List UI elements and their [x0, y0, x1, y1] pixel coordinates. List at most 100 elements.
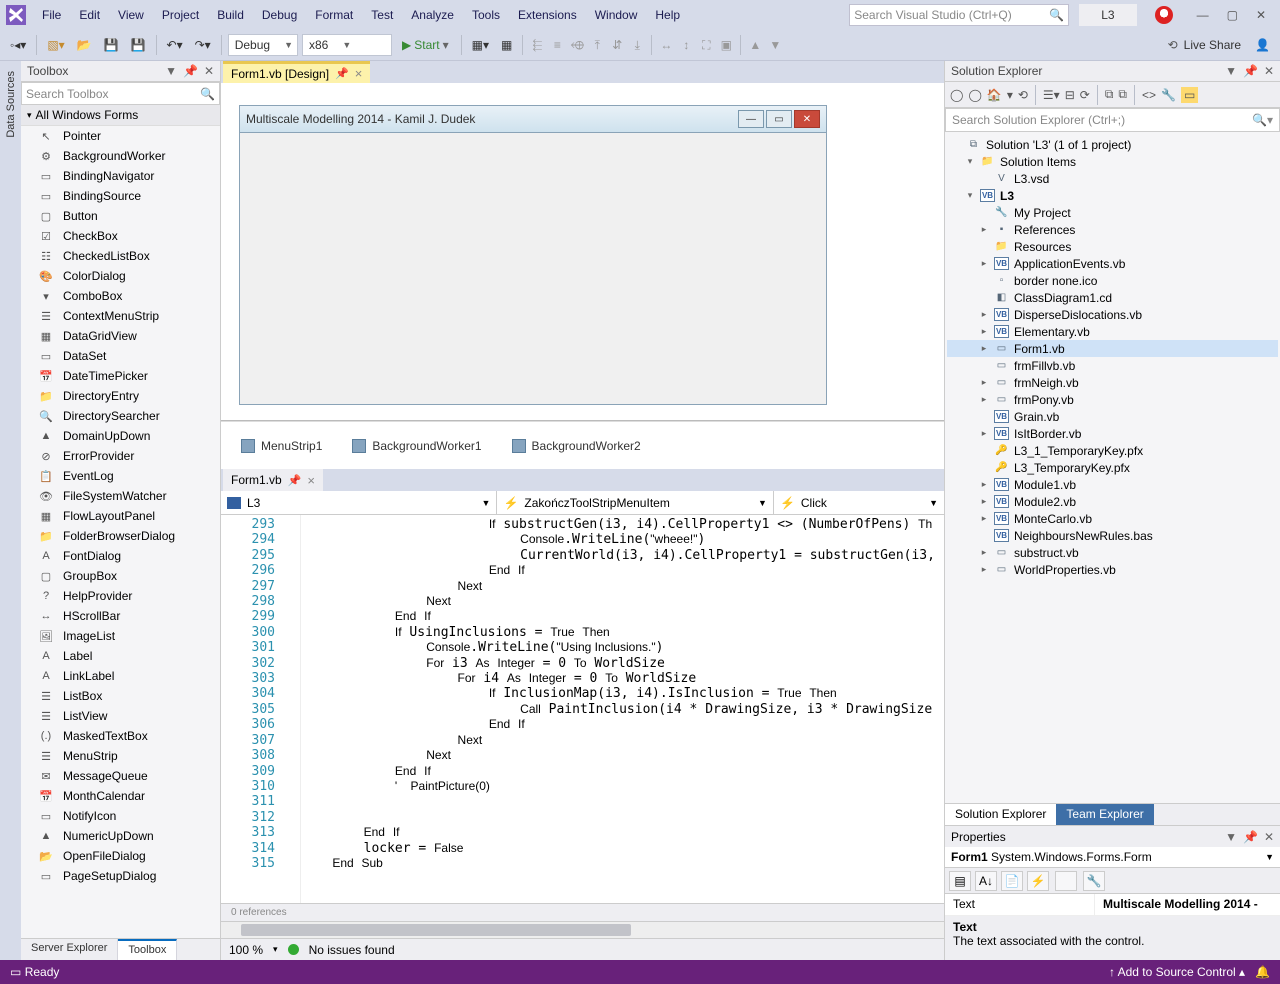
- horizontal-scrollbar[interactable]: [221, 921, 944, 938]
- expand-icon[interactable]: ▾: [965, 190, 975, 201]
- tree-item[interactable]: ▸VBIsItBorder.vb: [947, 425, 1278, 442]
- server-explorer-tab[interactable]: Server Explorer: [21, 939, 118, 960]
- tree-item[interactable]: ▸▭frmNeigh.vb: [947, 374, 1278, 391]
- tree-item[interactable]: ▸▪References: [947, 221, 1278, 238]
- dropdown-icon[interactable]: ▼: [165, 64, 177, 78]
- tree-item[interactable]: ▸▭Form1.vb: [947, 340, 1278, 357]
- toolbox-item[interactable]: ▭BindingSource: [21, 186, 220, 206]
- code-editor[interactable]: 293 294 295 296 297 298 299 300 301 302 …: [221, 515, 944, 903]
- toolbox-item[interactable]: 📋EventLog: [21, 466, 220, 486]
- toolbox-item[interactable]: 📅MonthCalendar: [21, 786, 220, 806]
- preview-icon[interactable]: ▭: [1181, 87, 1198, 103]
- grid-icon[interactable]: ▦: [497, 36, 516, 54]
- align-center-icon[interactable]: ≡: [549, 37, 565, 53]
- toolbox-item[interactable]: ☰ListView: [21, 706, 220, 726]
- nav-back-icon[interactable]: ◦◂▾: [6, 36, 30, 54]
- data-sources-tab[interactable]: Data Sources: [3, 65, 19, 144]
- tree-item[interactable]: ▫border none.ico: [947, 272, 1278, 289]
- toolbox-item[interactable]: 📁FolderBrowserDialog: [21, 526, 220, 546]
- redo-icon[interactable]: ↷▾: [191, 36, 215, 54]
- events-icon[interactable]: ⚡: [1027, 871, 1049, 891]
- bring-front-icon[interactable]: ▲: [747, 37, 763, 53]
- form-minimize-icon[interactable]: ―: [738, 110, 764, 128]
- tray-item[interactable]: MenuStrip1: [241, 439, 322, 453]
- toolbox-item[interactable]: ▭PageSetupDialog: [21, 866, 220, 886]
- live-share-button[interactable]: ⟲Live Share: [1162, 36, 1247, 54]
- tray-item[interactable]: BackgroundWorker1: [352, 439, 481, 453]
- align-bottom-icon[interactable]: ⤓: [629, 37, 645, 53]
- toolbox-item[interactable]: ▢Button: [21, 206, 220, 226]
- expand-icon[interactable]: ▸: [979, 224, 989, 235]
- new-project-icon[interactable]: ▧▾: [43, 36, 68, 54]
- tree-item[interactable]: ▸▭frmPony.vb: [947, 391, 1278, 408]
- tree-item[interactable]: ▸▭WorldProperties.vb: [947, 561, 1278, 578]
- fold-column[interactable]: [283, 515, 301, 903]
- close-tab-icon[interactable]: ×: [307, 473, 315, 488]
- open-icon[interactable]: 📂: [73, 36, 96, 54]
- close-icon[interactable]: ✕: [1256, 8, 1266, 22]
- expand-icon[interactable]: ▸: [979, 564, 989, 575]
- tree-item[interactable]: ▸VBModule2.vb: [947, 493, 1278, 510]
- code-icon[interactable]: <>: [1142, 88, 1156, 102]
- toolbox-item[interactable]: ▦FlowLayoutPanel: [21, 506, 220, 526]
- menu-tools[interactable]: Tools: [464, 4, 508, 26]
- tree-item[interactable]: ▭frmFillvb.vb: [947, 357, 1278, 374]
- pin-icon[interactable]: 📌: [335, 67, 349, 80]
- tree-item[interactable]: VBGrain.vb: [947, 408, 1278, 425]
- solution-selector[interactable]: L3: [1079, 4, 1136, 26]
- tree-item[interactable]: ▸VBApplicationEvents.vb: [947, 255, 1278, 272]
- menu-debug[interactable]: Debug: [254, 4, 305, 26]
- menu-view[interactable]: View: [110, 4, 152, 26]
- nav-project-dropdown[interactable]: L3▼: [221, 491, 497, 514]
- tree-item[interactable]: VL3.vsd: [947, 170, 1278, 187]
- tree-item[interactable]: VBNeighboursNewRules.bas: [947, 527, 1278, 544]
- user-avatar-icon[interactable]: [1155, 6, 1173, 24]
- menu-test[interactable]: Test: [363, 4, 401, 26]
- fwd-icon[interactable]: ◯: [968, 88, 981, 102]
- props-page-icon[interactable]: 📄: [1001, 871, 1023, 891]
- nav-member-dropdown[interactable]: ⚡Click▼: [774, 491, 944, 514]
- minimize-icon[interactable]: ―: [1197, 8, 1209, 22]
- menu-build[interactable]: Build: [209, 4, 252, 26]
- show-files-icon[interactable]: ⧉: [1105, 87, 1114, 102]
- toolbox-item[interactable]: 📂OpenFileDialog: [21, 846, 220, 866]
- show-all-icon[interactable]: ⧉: [1118, 87, 1127, 102]
- quick-search-input[interactable]: Search Visual Studio (Ctrl+Q) 🔍: [849, 4, 1069, 26]
- tree-item[interactable]: ▸▭substruct.vb: [947, 544, 1278, 561]
- menu-extensions[interactable]: Extensions: [510, 4, 585, 26]
- save-all-icon[interactable]: 💾: [127, 36, 150, 54]
- toolbox-item[interactable]: ▲DomainUpDown: [21, 426, 220, 446]
- toolbox-item[interactable]: ▾ComboBox: [21, 286, 220, 306]
- toolbox-item[interactable]: ?HelpProvider: [21, 586, 220, 606]
- toolbox-item[interactable]: 🔍DirectorySearcher: [21, 406, 220, 426]
- toolbox-item[interactable]: ALabel: [21, 646, 220, 666]
- tree-item[interactable]: 🔑L3_1_TemporaryKey.pfx: [947, 442, 1278, 459]
- filter-icon[interactable]: ☰▾: [1043, 88, 1060, 102]
- toolbox-item[interactable]: 📁DirectoryEntry: [21, 386, 220, 406]
- form-close-icon[interactable]: ✕: [794, 110, 820, 128]
- expand-icon[interactable]: ▸: [979, 496, 989, 507]
- back-icon[interactable]: ◯: [950, 88, 963, 102]
- platform-dropdown[interactable]: x86▼: [302, 34, 392, 56]
- tree-item[interactable]: ▸VBDisperseDislocations.vb: [947, 306, 1278, 323]
- close-icon[interactable]: ✕: [204, 64, 214, 78]
- menu-edit[interactable]: Edit: [71, 4, 108, 26]
- solution-search-input[interactable]: Search Solution Explorer (Ctrl+;)🔍▾: [945, 108, 1280, 132]
- toolbox-item[interactable]: 👁FileSystemWatcher: [21, 486, 220, 506]
- toolbox-item[interactable]: ALinkLabel: [21, 666, 220, 686]
- align-icon[interactable]: ▦▾: [468, 36, 493, 54]
- tree-item[interactable]: ▾📁Solution Items: [947, 153, 1278, 170]
- close-icon[interactable]: ✕: [1264, 64, 1274, 78]
- refresh-icon[interactable]: ⟳: [1080, 88, 1090, 102]
- expand-icon[interactable]: ▸: [979, 394, 989, 405]
- menu-file[interactable]: File: [34, 4, 69, 26]
- sync-icon[interactable]: ⟲: [1018, 88, 1028, 102]
- toolbox-item[interactable]: ▭DataSet: [21, 346, 220, 366]
- start-button[interactable]: ▶Start▾: [396, 36, 455, 54]
- send-back-icon[interactable]: ▼: [767, 37, 783, 53]
- align-left-icon[interactable]: ⬱: [529, 37, 545, 53]
- designer-tab[interactable]: Form1.vb [Design]📌×: [223, 61, 370, 83]
- toolbox-item[interactable]: ▲NumericUpDown: [21, 826, 220, 846]
- tree-item[interactable]: ▾VBL3: [947, 187, 1278, 204]
- menu-analyze[interactable]: Analyze: [403, 4, 462, 26]
